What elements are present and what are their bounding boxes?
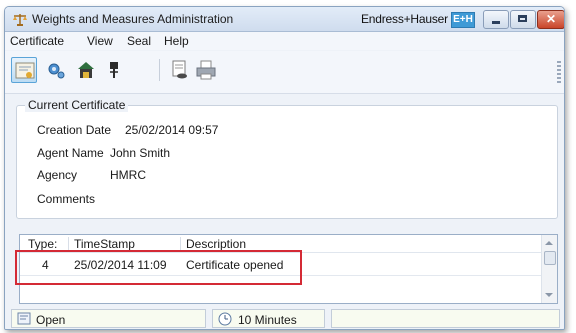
column-divider[interactable] <box>180 237 181 251</box>
certificate-icon <box>15 62 35 79</box>
seal-vault-icon <box>78 62 94 78</box>
column-timestamp[interactable]: TimeStamp <box>74 237 135 251</box>
certificate-status-icon <box>17 312 31 325</box>
title-bar: Weights and Measures Administration Endr… <box>5 7 564 32</box>
column-type[interactable]: Type: <box>28 237 57 251</box>
printer-icon <box>196 60 216 80</box>
status-timer-pane: 10 Minutes <box>212 309 325 328</box>
settings-button[interactable] <box>43 57 69 83</box>
toolbar-grip[interactable] <box>557 61 561 85</box>
agency-label: Agency <box>37 168 78 182</box>
current-certificate-panel: Current Certificate Creation Date 25/02/… <box>16 98 558 219</box>
scroll-up-icon[interactable] <box>545 241 553 245</box>
clock-icon <box>218 312 232 326</box>
agent-name-label: Agent Name <box>37 146 104 160</box>
comments-label: Comments <box>37 192 96 206</box>
agent-name-value: John Smith <box>110 146 171 160</box>
menu-bar: Certificate View Seal Help <box>5 32 564 50</box>
minimize-button[interactable] <box>483 10 509 29</box>
agency-value: HMRC <box>110 168 146 182</box>
status-state: Open <box>36 313 66 327</box>
close-icon: ✕ <box>545 12 557 26</box>
window-title: Weights and Measures Administration <box>32 12 234 26</box>
scroll-down-icon[interactable] <box>545 293 553 297</box>
status-timer: 10 Minutes <box>238 313 297 327</box>
toolbar <box>5 51 564 94</box>
maximize-icon <box>518 15 527 22</box>
menu-seal[interactable]: Seal <box>127 34 151 48</box>
report-preview-button[interactable] <box>167 57 193 83</box>
column-divider[interactable] <box>68 237 69 251</box>
scroll-thumb[interactable] <box>544 251 556 265</box>
settings-icon <box>48 63 65 79</box>
close-button[interactable]: ✕ <box>537 10 564 29</box>
app-window: Weights and Measures Administration Endr… <box>4 6 565 330</box>
pin-button[interactable] <box>101 57 127 83</box>
event-list-scrollbar[interactable] <box>541 235 557 303</box>
menu-help[interactable]: Help <box>164 34 189 48</box>
status-empty-pane <box>331 309 560 328</box>
report-preview-icon <box>172 60 187 79</box>
seal-vault-button[interactable] <box>73 57 99 83</box>
status-state-pane: Open <box>11 309 206 328</box>
current-certificate-legend: Current Certificate <box>25 98 129 112</box>
certificate-button[interactable] <box>11 57 37 83</box>
brand-logo-icon: E+H <box>451 12 475 28</box>
highlight-annotation <box>15 250 302 285</box>
brand-name: Endress+Hauser <box>361 12 448 26</box>
menu-view[interactable]: View <box>87 34 113 48</box>
print-button[interactable] <box>193 57 219 83</box>
menu-certificate[interactable]: Certificate <box>10 34 64 48</box>
scales-icon <box>13 14 27 26</box>
maximize-button[interactable] <box>510 10 536 29</box>
creation-date-label: Creation Date <box>37 123 112 137</box>
pin-icon <box>110 62 118 78</box>
creation-date-value: 25/02/2014 09:57 <box>125 123 219 137</box>
column-description[interactable]: Description <box>186 237 246 251</box>
minimize-icon <box>492 21 500 24</box>
status-bar: Open 10 Minutes <box>5 308 564 329</box>
toolbar-separator <box>159 59 160 81</box>
